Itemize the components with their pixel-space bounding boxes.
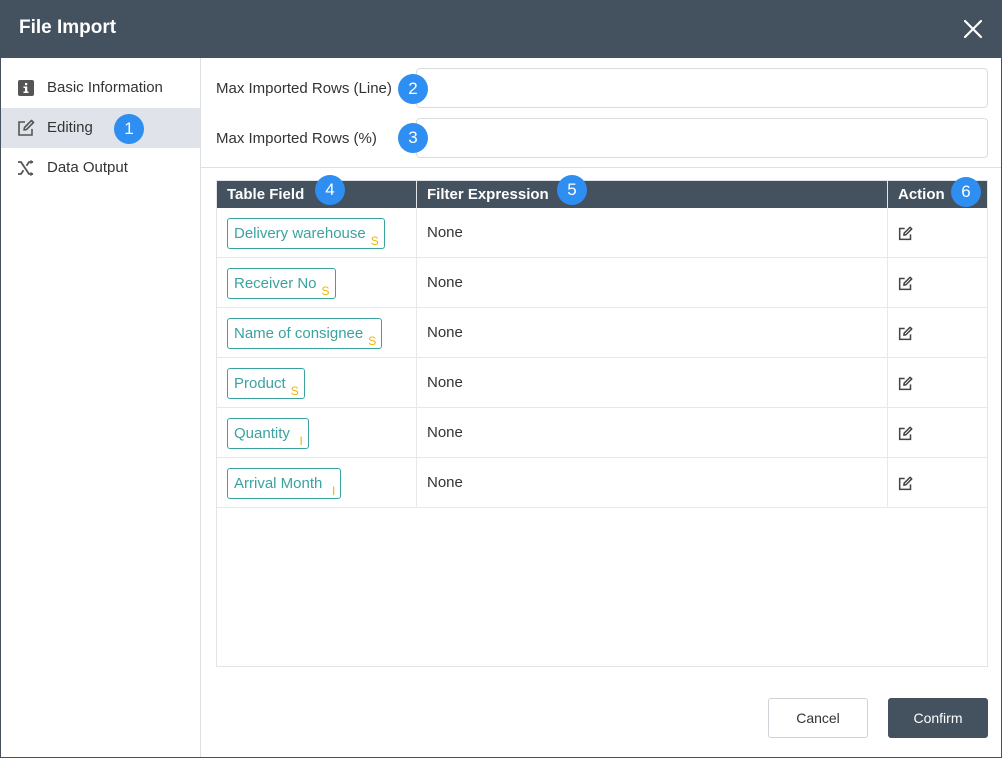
field-tag[interactable]: Name of consignee S [227, 318, 383, 349]
shuffle-icon [18, 159, 34, 177]
sidebar-item-label: Basic Information [47, 79, 163, 96]
field-type-badge: I [332, 484, 336, 498]
filter-expression-value: None [427, 474, 463, 491]
field-tag[interactable]: Arrival Month I [227, 468, 342, 499]
max-rows-percent-input[interactable] [416, 118, 988, 158]
filter-expression-value: None [427, 324, 463, 341]
table-row: Product S None [217, 358, 987, 408]
edit-icon[interactable] [898, 276, 913, 291]
filter-expression-value: None [427, 374, 463, 391]
column-separator [416, 181, 417, 208]
field-tag[interactable]: Product S [227, 368, 305, 399]
sidebar-item-label: Data Output [47, 159, 128, 176]
marker-badge-5: 5 [557, 175, 587, 205]
filter-expression-value: None [427, 274, 463, 291]
field-type-badge: I [299, 434, 303, 448]
cancel-button[interactable]: Cancel [768, 698, 868, 738]
field-type-badge: S [368, 334, 377, 348]
close-icon[interactable] [961, 17, 985, 41]
table-row: Name of consignee S None [217, 308, 987, 358]
marker-badge-3: 3 [398, 123, 428, 153]
field-tag[interactable]: Receiver No S [227, 268, 336, 299]
field-filter-table: Table Field Filter Expression Action Del… [216, 180, 988, 667]
section-divider [201, 167, 1001, 168]
file-import-dialog: File Import Basic Information Editing Da… [0, 0, 1002, 758]
edit-icon[interactable] [898, 476, 913, 491]
confirm-button[interactable]: Confirm [888, 698, 988, 738]
edit-icon[interactable] [898, 326, 913, 341]
table-row: Delivery warehouse S None [217, 208, 987, 258]
edit-icon [18, 119, 35, 136]
field-tag-label: Arrival Month [234, 475, 323, 492]
field-type-badge: S [370, 234, 379, 248]
marker-badge-1: 1 [114, 114, 144, 144]
marker-badge-4: 4 [315, 175, 345, 205]
edit-icon[interactable] [898, 376, 913, 391]
filter-expression-value: None [427, 424, 463, 441]
sidebar-item-data-output[interactable]: Data Output [1, 148, 200, 188]
info-icon [18, 80, 34, 96]
field-type-badge: S [290, 384, 299, 398]
column-header-filter-expression: Filter Expression [427, 186, 549, 203]
field-tag-label: Product [234, 375, 286, 392]
table-row: Arrival Month I None [217, 458, 987, 508]
field-tag-label: Delivery warehouse [234, 225, 366, 242]
column-separator [887, 181, 888, 208]
field-tag-label: Name of consignee [234, 325, 364, 342]
field-tag-label: Quantity [234, 425, 290, 442]
column-header-table-field: Table Field [227, 186, 305, 203]
max-rows-line-label: Max Imported Rows (Line) [216, 80, 392, 97]
dialog-titlebar: File Import [1, 1, 1001, 58]
table-row: Receiver No S None [217, 258, 987, 308]
field-tag[interactable]: Delivery warehouse S [227, 218, 385, 249]
dialog-title: File Import [19, 17, 117, 38]
sidebar-item-label: Editing [47, 119, 93, 136]
field-tag[interactable]: Quantity I [227, 418, 309, 449]
marker-badge-2: 2 [398, 74, 428, 104]
sidebar-item-basic-information[interactable]: Basic Information [1, 68, 200, 108]
edit-icon[interactable] [898, 426, 913, 441]
field-tag-label: Receiver No [234, 275, 317, 292]
column-header-action: Action [898, 186, 945, 203]
max-rows-percent-label: Max Imported Rows (%) [216, 130, 377, 147]
sidebar: Basic Information Editing Data Output [1, 58, 201, 757]
edit-icon[interactable] [898, 226, 913, 241]
table-row: Quantity I None [217, 408, 987, 458]
marker-badge-6: 6 [951, 177, 981, 207]
filter-expression-value: None [427, 224, 463, 241]
sidebar-item-editing[interactable]: Editing [1, 108, 200, 148]
field-type-badge: S [321, 284, 330, 298]
max-rows-line-input[interactable] [416, 68, 988, 108]
